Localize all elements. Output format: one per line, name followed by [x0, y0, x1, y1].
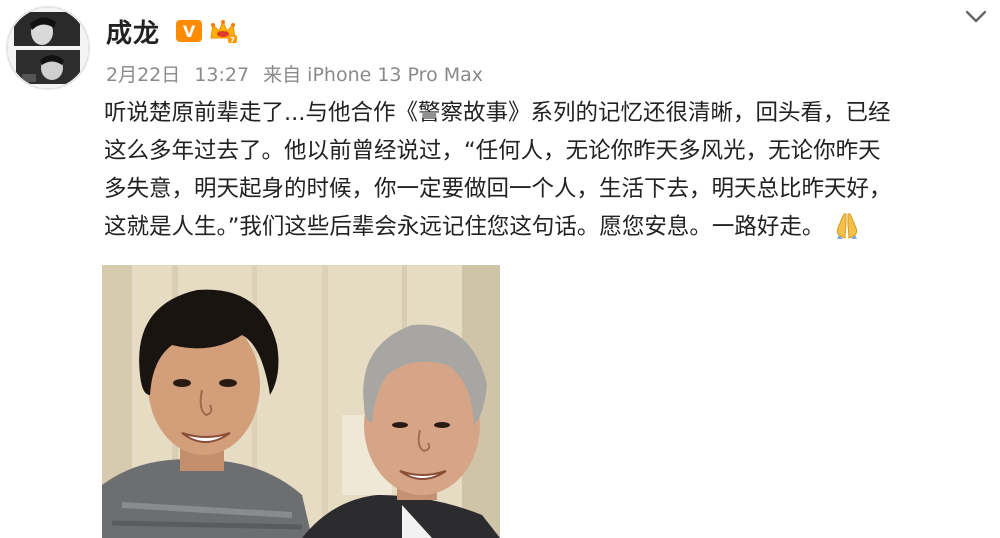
post-photo[interactable]	[102, 265, 500, 538]
post-meta: 2月22日 13:27 来自 iPhone 13 Pro Max	[106, 60, 483, 87]
username[interactable]: 成龙	[106, 13, 160, 50]
post-line: 这就是人生。”我们这些后辈会永远记住您这句话。愿您安息。一路好走。	[104, 214, 825, 240]
post-line: 听说楚原前辈走了...与他合作《警察故事》系列的记忆还很清晰，回头看，已经	[104, 100, 891, 126]
photo-two-men-icon	[102, 265, 500, 538]
verified-badge-icon: V	[176, 20, 203, 42]
avatar-portrait-icon	[8, 8, 88, 88]
folded-hands-icon	[832, 210, 862, 240]
post-line: 这么多年过去了。他以前曾经说过，“任何人，无论你昨天多风光，无论你昨天	[104, 138, 881, 164]
post-line: 多失意，明天起身的时候，你一定要做回一个人，生活下去，明天总比昨天好，	[104, 176, 892, 202]
crown-vip-icon: 7	[208, 18, 238, 44]
post-body: 听说楚原前辈走了...与他合作《警察故事》系列的记忆还很清晰，回头看，已经 这么…	[104, 94, 990, 246]
post-time: 13:27	[194, 64, 250, 86]
avatar[interactable]	[6, 6, 90, 90]
post-line-last: 这就是人生。”我们这些后辈会永远记住您这句话。愿您安息。一路好走。	[104, 208, 990, 246]
username-row: 成龙 V 7	[106, 11, 238, 51]
post-source: 来自 iPhone 13 Pro Max	[263, 64, 484, 86]
post-date: 2月22日	[106, 64, 181, 86]
svg-text:7: 7	[230, 36, 235, 44]
chevron-down-icon[interactable]	[964, 6, 988, 26]
